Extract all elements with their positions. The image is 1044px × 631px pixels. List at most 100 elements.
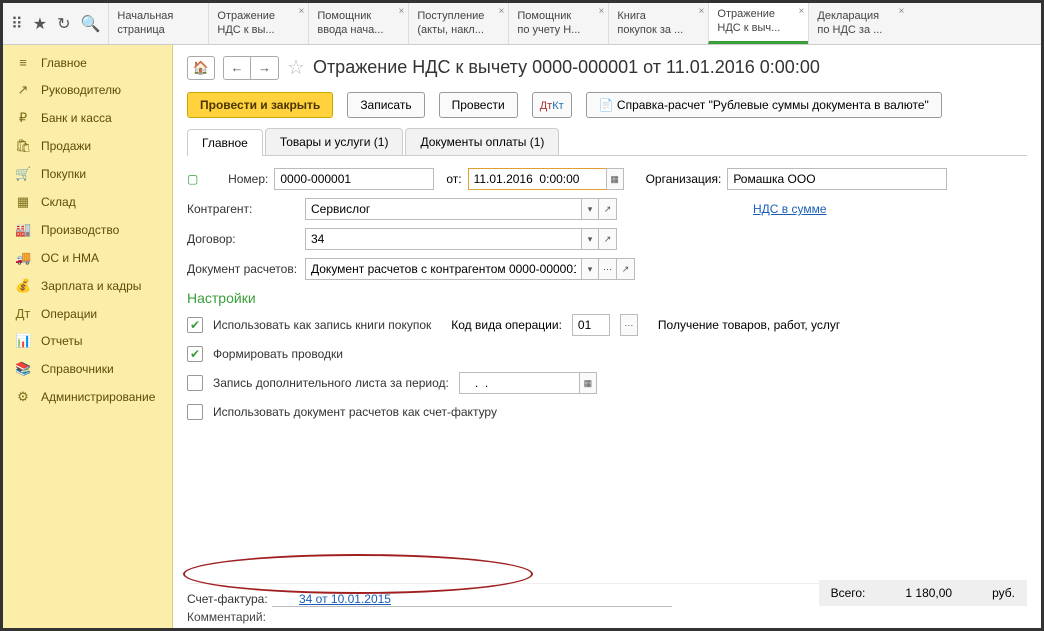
top-tab[interactable]: Книгапокупок за ...×	[608, 3, 708, 44]
org-label: Организация:	[646, 172, 722, 186]
extra-sheet-checkbox[interactable]	[187, 375, 203, 391]
save-button[interactable]: Записать	[347, 92, 424, 118]
dt-kt-button[interactable]: ДтКт	[532, 92, 572, 118]
counterparty-input[interactable]	[305, 198, 581, 220]
close-icon[interactable]: ×	[299, 6, 305, 17]
total-currency: руб.	[992, 586, 1015, 600]
vat-link[interactable]: НДС в сумме	[753, 202, 827, 216]
open-icon[interactable]: ↗	[599, 198, 617, 220]
sidebar-item[interactable]: 🏭Производство	[3, 216, 172, 244]
sidebar-item-label: Отчеты	[41, 334, 82, 348]
sidebar-item[interactable]: ▦ Склад	[3, 188, 172, 216]
sidebar-icon: Дт	[15, 306, 31, 321]
home-button[interactable]: 🏠	[187, 56, 215, 80]
post-button[interactable]: Провести	[439, 92, 518, 118]
apps-icon[interactable]: ⠿	[11, 14, 23, 34]
sidebar-item[interactable]: ≡Главное	[3, 49, 172, 76]
sidebar-item-label: Производство	[41, 223, 119, 237]
use-purchase-label: Использовать как запись книги покупок	[213, 318, 431, 332]
close-icon[interactable]: ×	[699, 6, 705, 17]
annotation-ellipse	[183, 554, 533, 594]
ellipsis-icon[interactable]: ⋯	[620, 314, 638, 336]
back-button[interactable]: ←	[223, 56, 251, 80]
top-tab[interactable]: ОтражениеНДС к выч...×	[708, 3, 808, 44]
sidebar-icon: 📊	[15, 333, 31, 349]
sidebar-item[interactable]: 📚 Справочники	[3, 355, 172, 383]
sidebar-item-label: Главное	[41, 56, 87, 70]
top-tab[interactable]: Декларацияпо НДС за ...×	[808, 3, 908, 44]
forward-button[interactable]: →	[251, 56, 279, 80]
close-icon[interactable]: ×	[599, 6, 605, 17]
sidebar-item[interactable]: 🛒Покупки	[3, 160, 172, 188]
tab-main[interactable]: Главное	[187, 129, 263, 156]
sidebar-item[interactable]: 🚚ОС и НМА	[3, 244, 172, 272]
top-tab[interactable]: Помощникпо учету Н...×	[508, 3, 608, 44]
sidebar-item-label: Администрирование	[41, 390, 155, 404]
make-entries-checkbox[interactable]: ✔	[187, 346, 203, 362]
sidebar-icon: 📚	[15, 361, 31, 377]
sidebar-item[interactable]: ₽Банк и касса	[3, 104, 172, 132]
favorite-star-icon[interactable]: ☆	[287, 55, 305, 80]
close-icon[interactable]: ×	[399, 6, 405, 17]
sidebar-item[interactable]: ↗Руководителю	[3, 76, 172, 104]
use-purchase-checkbox[interactable]: ✔	[187, 317, 203, 333]
counterparty-label: Контрагент:	[187, 202, 299, 216]
sidebar-icon: ↗	[15, 82, 31, 98]
sidebar-item-label: Склад	[41, 195, 76, 209]
sidebar-item-label: ОС и НМА	[41, 251, 99, 265]
top-tab[interactable]: Помощникввода нача...×	[308, 3, 408, 44]
contract-label: Договор:	[187, 232, 299, 246]
invoice-link[interactable]: 34 от 10.01.2015	[299, 592, 391, 606]
contract-input[interactable]	[305, 228, 581, 250]
dropdown-icon[interactable]: ▾	[581, 228, 599, 250]
page-title: Отражение НДС к вычету 0000-000001 от 11…	[313, 57, 820, 78]
tab-paydocs[interactable]: Документы оплаты (1)	[405, 128, 559, 155]
sidebar-icon: 🛒	[15, 166, 31, 182]
post-and-close-button[interactable]: Провести и закрыть	[187, 92, 333, 118]
open-icon[interactable]: ↗	[599, 228, 617, 250]
tab-goods[interactable]: Товары и услуги (1)	[265, 128, 404, 155]
sidebar-icon: ▦	[15, 194, 31, 210]
comment-input[interactable]	[272, 606, 672, 628]
settlement-input[interactable]	[305, 258, 581, 280]
sidebar-icon: 🛍	[15, 138, 31, 154]
open-icon[interactable]: ↗	[617, 258, 635, 280]
number-label: Номер:	[204, 172, 268, 186]
op-type-label: Код вида операции:	[451, 318, 562, 332]
calendar-icon[interactable]: ▦	[579, 372, 597, 394]
dropdown-icon[interactable]: ▾	[581, 258, 599, 280]
org-input[interactable]	[727, 168, 947, 190]
comment-label: Комментарий:	[187, 610, 266, 624]
sidebar-item-label: Справочники	[41, 362, 114, 376]
total-label: Всего:	[831, 586, 866, 600]
top-tab[interactable]: ОтражениеНДС к вы...×	[208, 3, 308, 44]
use-as-invoice-label: Использовать документ расчетов как счет-…	[213, 405, 497, 419]
close-icon[interactable]: ×	[899, 6, 905, 17]
calendar-icon[interactable]: ▦	[606, 168, 624, 190]
dropdown-icon[interactable]: ▾	[581, 198, 599, 220]
sidebar-item[interactable]: 💰Зарплата и кадры	[3, 272, 172, 300]
op-type-input[interactable]	[572, 314, 610, 336]
use-as-invoice-checkbox[interactable]	[187, 404, 203, 420]
search-icon[interactable]: 🔍	[80, 14, 100, 34]
date-input[interactable]	[468, 168, 606, 190]
top-tab[interactable]: Начальнаястраница	[108, 3, 208, 44]
sidebar-item-label: Зарплата и кадры	[41, 279, 141, 293]
number-input[interactable]	[274, 168, 434, 190]
close-icon[interactable]: ×	[799, 6, 805, 17]
settlement-label: Документ расчетов:	[187, 262, 299, 276]
make-entries-label: Формировать проводки	[213, 347, 343, 361]
top-tab[interactable]: Поступление(акты, накл...×	[408, 3, 508, 44]
sidebar-item[interactable]: 🛍Продажи	[3, 132, 172, 160]
sidebar-icon: ₽	[15, 110, 31, 126]
close-icon[interactable]: ×	[499, 6, 505, 17]
sidebar-item[interactable]: ДтОперации	[3, 300, 172, 327]
ellipsis-icon[interactable]: ⋯	[599, 258, 617, 280]
sidebar-item[interactable]: 📊 Отчеты	[3, 327, 172, 355]
extra-date-input[interactable]	[459, 372, 579, 394]
content-area: 🏠 ← → ☆ Отражение НДС к вычету 0000-0000…	[173, 45, 1041, 628]
star-icon[interactable]: ★	[33, 14, 47, 34]
sidebar-item[interactable]: ⚙Администрирование	[3, 383, 172, 411]
history-icon[interactable]: ↻	[57, 14, 70, 34]
currency-report-button[interactable]: 📄 Справка-расчет "Рублевые суммы докумен…	[586, 92, 942, 118]
